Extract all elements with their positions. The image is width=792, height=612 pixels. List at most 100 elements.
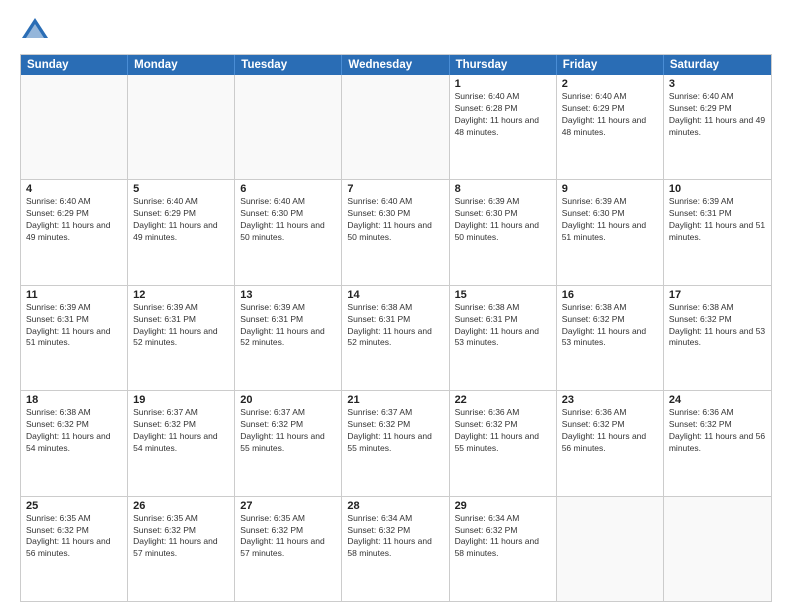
day-info: Sunrise: 6:36 AM Sunset: 6:32 PM Dayligh… <box>455 407 551 455</box>
day-info: Sunrise: 6:38 AM Sunset: 6:32 PM Dayligh… <box>669 302 766 350</box>
cal-cell: 13Sunrise: 6:39 AM Sunset: 6:31 PM Dayli… <box>235 286 342 390</box>
cal-cell: 21Sunrise: 6:37 AM Sunset: 6:32 PM Dayli… <box>342 391 449 495</box>
cal-cell: 17Sunrise: 6:38 AM Sunset: 6:32 PM Dayli… <box>664 286 771 390</box>
day-number: 22 <box>455 394 551 406</box>
cal-header-cell: Saturday <box>664 55 771 75</box>
cal-cell <box>128 75 235 179</box>
page: SundayMondayTuesdayWednesdayThursdayFrid… <box>0 0 792 612</box>
cal-cell: 19Sunrise: 6:37 AM Sunset: 6:32 PM Dayli… <box>128 391 235 495</box>
cal-cell: 16Sunrise: 6:38 AM Sunset: 6:32 PM Dayli… <box>557 286 664 390</box>
day-info: Sunrise: 6:40 AM Sunset: 6:30 PM Dayligh… <box>240 196 336 244</box>
day-info: Sunrise: 6:36 AM Sunset: 6:32 PM Dayligh… <box>562 407 658 455</box>
calendar-header-row: SundayMondayTuesdayWednesdayThursdayFrid… <box>21 55 771 75</box>
cal-header-cell: Tuesday <box>235 55 342 75</box>
day-info: Sunrise: 6:39 AM Sunset: 6:31 PM Dayligh… <box>133 302 229 350</box>
day-number: 2 <box>562 78 658 90</box>
day-number: 8 <box>455 183 551 195</box>
day-number: 20 <box>240 394 336 406</box>
day-number: 9 <box>562 183 658 195</box>
day-number: 25 <box>26 500 122 512</box>
cal-cell: 12Sunrise: 6:39 AM Sunset: 6:31 PM Dayli… <box>128 286 235 390</box>
day-info: Sunrise: 6:38 AM Sunset: 6:32 PM Dayligh… <box>562 302 658 350</box>
cal-cell: 2Sunrise: 6:40 AM Sunset: 6:29 PM Daylig… <box>557 75 664 179</box>
day-number: 29 <box>455 500 551 512</box>
day-number: 21 <box>347 394 443 406</box>
day-info: Sunrise: 6:38 AM Sunset: 6:31 PM Dayligh… <box>455 302 551 350</box>
day-info: Sunrise: 6:40 AM Sunset: 6:29 PM Dayligh… <box>562 91 658 139</box>
day-info: Sunrise: 6:36 AM Sunset: 6:32 PM Dayligh… <box>669 407 766 455</box>
day-number: 27 <box>240 500 336 512</box>
day-number: 10 <box>669 183 766 195</box>
cal-cell: 7Sunrise: 6:40 AM Sunset: 6:30 PM Daylig… <box>342 180 449 284</box>
day-info: Sunrise: 6:39 AM Sunset: 6:31 PM Dayligh… <box>669 196 766 244</box>
day-number: 7 <box>347 183 443 195</box>
cal-cell: 1Sunrise: 6:40 AM Sunset: 6:28 PM Daylig… <box>450 75 557 179</box>
calendar-body: 1Sunrise: 6:40 AM Sunset: 6:28 PM Daylig… <box>21 75 771 601</box>
day-info: Sunrise: 6:35 AM Sunset: 6:32 PM Dayligh… <box>240 513 336 561</box>
cal-cell: 3Sunrise: 6:40 AM Sunset: 6:29 PM Daylig… <box>664 75 771 179</box>
day-info: Sunrise: 6:40 AM Sunset: 6:30 PM Dayligh… <box>347 196 443 244</box>
cal-cell: 29Sunrise: 6:34 AM Sunset: 6:32 PM Dayli… <box>450 497 557 601</box>
day-number: 15 <box>455 289 551 301</box>
cal-row: 1Sunrise: 6:40 AM Sunset: 6:28 PM Daylig… <box>21 75 771 179</box>
cal-header-cell: Thursday <box>450 55 557 75</box>
day-number: 19 <box>133 394 229 406</box>
calendar: SundayMondayTuesdayWednesdayThursdayFrid… <box>20 54 772 602</box>
day-number: 5 <box>133 183 229 195</box>
day-info: Sunrise: 6:34 AM Sunset: 6:32 PM Dayligh… <box>347 513 443 561</box>
day-info: Sunrise: 6:38 AM Sunset: 6:31 PM Dayligh… <box>347 302 443 350</box>
cal-header-cell: Wednesday <box>342 55 449 75</box>
cal-cell <box>235 75 342 179</box>
day-number: 16 <box>562 289 658 301</box>
cal-cell <box>557 497 664 601</box>
day-info: Sunrise: 6:39 AM Sunset: 6:30 PM Dayligh… <box>562 196 658 244</box>
cal-cell: 20Sunrise: 6:37 AM Sunset: 6:32 PM Dayli… <box>235 391 342 495</box>
cal-row: 11Sunrise: 6:39 AM Sunset: 6:31 PM Dayli… <box>21 285 771 390</box>
cal-cell: 25Sunrise: 6:35 AM Sunset: 6:32 PM Dayli… <box>21 497 128 601</box>
cal-cell: 27Sunrise: 6:35 AM Sunset: 6:32 PM Dayli… <box>235 497 342 601</box>
cal-cell: 14Sunrise: 6:38 AM Sunset: 6:31 PM Dayli… <box>342 286 449 390</box>
day-info: Sunrise: 6:40 AM Sunset: 6:29 PM Dayligh… <box>669 91 766 139</box>
day-number: 24 <box>669 394 766 406</box>
day-number: 4 <box>26 183 122 195</box>
cal-cell: 9Sunrise: 6:39 AM Sunset: 6:30 PM Daylig… <box>557 180 664 284</box>
cal-cell: 10Sunrise: 6:39 AM Sunset: 6:31 PM Dayli… <box>664 180 771 284</box>
cal-row: 18Sunrise: 6:38 AM Sunset: 6:32 PM Dayli… <box>21 390 771 495</box>
day-number: 12 <box>133 289 229 301</box>
day-info: Sunrise: 6:39 AM Sunset: 6:31 PM Dayligh… <box>26 302 122 350</box>
day-number: 3 <box>669 78 766 90</box>
cal-cell: 28Sunrise: 6:34 AM Sunset: 6:32 PM Dayli… <box>342 497 449 601</box>
header <box>20 16 772 46</box>
cal-cell: 11Sunrise: 6:39 AM Sunset: 6:31 PM Dayli… <box>21 286 128 390</box>
day-info: Sunrise: 6:40 AM Sunset: 6:28 PM Dayligh… <box>455 91 551 139</box>
cal-cell: 22Sunrise: 6:36 AM Sunset: 6:32 PM Dayli… <box>450 391 557 495</box>
cal-cell: 23Sunrise: 6:36 AM Sunset: 6:32 PM Dayli… <box>557 391 664 495</box>
cal-row: 25Sunrise: 6:35 AM Sunset: 6:32 PM Dayli… <box>21 496 771 601</box>
day-info: Sunrise: 6:40 AM Sunset: 6:29 PM Dayligh… <box>26 196 122 244</box>
logo <box>20 16 54 46</box>
cal-header-cell: Sunday <box>21 55 128 75</box>
cal-row: 4Sunrise: 6:40 AM Sunset: 6:29 PM Daylig… <box>21 179 771 284</box>
day-number: 1 <box>455 78 551 90</box>
cal-cell: 24Sunrise: 6:36 AM Sunset: 6:32 PM Dayli… <box>664 391 771 495</box>
day-info: Sunrise: 6:35 AM Sunset: 6:32 PM Dayligh… <box>26 513 122 561</box>
day-info: Sunrise: 6:35 AM Sunset: 6:32 PM Dayligh… <box>133 513 229 561</box>
day-number: 13 <box>240 289 336 301</box>
day-info: Sunrise: 6:37 AM Sunset: 6:32 PM Dayligh… <box>240 407 336 455</box>
day-number: 28 <box>347 500 443 512</box>
cal-cell: 8Sunrise: 6:39 AM Sunset: 6:30 PM Daylig… <box>450 180 557 284</box>
day-info: Sunrise: 6:40 AM Sunset: 6:29 PM Dayligh… <box>133 196 229 244</box>
cal-cell: 15Sunrise: 6:38 AM Sunset: 6:31 PM Dayli… <box>450 286 557 390</box>
cal-header-cell: Friday <box>557 55 664 75</box>
day-info: Sunrise: 6:37 AM Sunset: 6:32 PM Dayligh… <box>347 407 443 455</box>
day-number: 11 <box>26 289 122 301</box>
cal-cell <box>342 75 449 179</box>
day-info: Sunrise: 6:37 AM Sunset: 6:32 PM Dayligh… <box>133 407 229 455</box>
day-number: 6 <box>240 183 336 195</box>
cal-cell: 18Sunrise: 6:38 AM Sunset: 6:32 PM Dayli… <box>21 391 128 495</box>
day-info: Sunrise: 6:39 AM Sunset: 6:30 PM Dayligh… <box>455 196 551 244</box>
cal-cell: 5Sunrise: 6:40 AM Sunset: 6:29 PM Daylig… <box>128 180 235 284</box>
cal-cell: 26Sunrise: 6:35 AM Sunset: 6:32 PM Dayli… <box>128 497 235 601</box>
day-number: 14 <box>347 289 443 301</box>
cal-cell: 6Sunrise: 6:40 AM Sunset: 6:30 PM Daylig… <box>235 180 342 284</box>
